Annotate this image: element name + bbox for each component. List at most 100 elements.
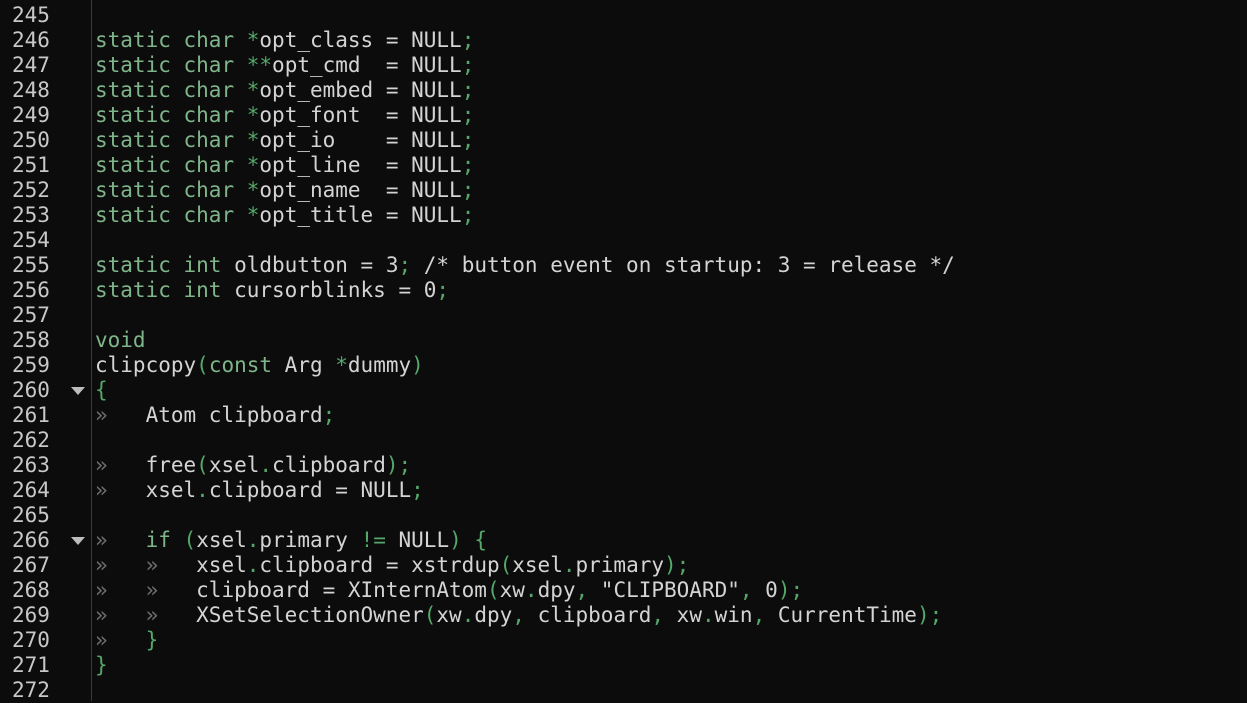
- code-line[interactable]: 249 static char *opt_font = NULL;: [0, 103, 1247, 128]
- code-token: .: [461, 603, 475, 627]
- code-text[interactable]: static char **opt_cmd = NULL;: [95, 53, 474, 78]
- fold-arrow-icon[interactable]: [71, 537, 85, 545]
- code-line[interactable]: 253 static char *opt_title = NULL;: [0, 203, 1247, 228]
- code-token: static: [95, 203, 171, 227]
- code-token: char: [183, 78, 235, 102]
- code-token: static: [95, 103, 171, 127]
- code-token: .: [246, 528, 260, 552]
- code-token: char: [183, 103, 235, 127]
- code-text[interactable]: static char *opt_line = NULL;: [95, 153, 474, 178]
- code-token: (: [423, 603, 437, 627]
- code-token: opt_embed = NULL: [259, 78, 462, 102]
- code-token: !=: [360, 528, 386, 552]
- code-line[interactable]: 265: [0, 503, 1247, 528]
- code-line[interactable]: 264 » xsel.clipboard = NULL;: [0, 478, 1247, 503]
- line-number: 252: [12, 178, 50, 202]
- code-text[interactable]: » if (xsel.primary != NULL) {: [95, 528, 487, 553]
- code-line[interactable]: 263 » free(xsel.clipboard);: [0, 453, 1247, 478]
- line-gutter: 254: [0, 228, 91, 253]
- code-text[interactable]: static char *opt_embed = NULL;: [95, 78, 474, 103]
- code-token: ;: [461, 103, 475, 127]
- code-line[interactable]: 259 clipcopy(const Arg *dummy): [0, 353, 1247, 378]
- line-gutter: 250: [0, 128, 91, 153]
- code-line[interactable]: 272: [0, 678, 1247, 703]
- code-text[interactable]: clipcopy(const Arg *dummy): [95, 353, 424, 378]
- code-line[interactable]: 251 static char *opt_line = NULL;: [0, 153, 1247, 178]
- code-token: opt_class = NULL: [259, 28, 462, 52]
- code-line[interactable]: 245: [0, 3, 1247, 28]
- code-token: static: [95, 153, 171, 177]
- code-line[interactable]: 266 » if (xsel.primary != NULL) {: [0, 528, 1247, 553]
- code-token: *: [246, 178, 260, 202]
- code-text[interactable]: » xsel.clipboard = NULL;: [95, 478, 424, 503]
- code-token: NULL: [385, 528, 450, 552]
- code-text[interactable]: static int cursorblinks = 0;: [95, 278, 449, 303]
- code-token: ;: [461, 128, 475, 152]
- code-editor[interactable]: 245 246 static char *opt_class = NULL; 247 s…: [0, 3, 1247, 703]
- code-text[interactable]: » » xsel.clipboard = xstrdup(xsel.primar…: [95, 553, 689, 578]
- code-text[interactable]: » Atom clipboard;: [95, 403, 335, 428]
- line-gutter: 249: [0, 103, 91, 128]
- code-line[interactable]: 268 » » clipboard = XInternAtom(xw.dpy, "…: [0, 578, 1247, 603]
- code-token: ;: [461, 28, 475, 52]
- code-token: static: [95, 253, 171, 277]
- code-text[interactable]: static int oldbutton = 3; /* button even…: [95, 253, 955, 278]
- code-line[interactable]: 270 » }: [0, 628, 1247, 653]
- line-number: 266: [12, 528, 50, 552]
- code-line[interactable]: 271}: [0, 653, 1247, 678]
- code-text[interactable]: » free(xsel.clipboard);: [95, 453, 411, 478]
- code-token: ;: [322, 403, 336, 427]
- line-gutter: 258: [0, 328, 91, 353]
- fold-arrow-icon[interactable]: [71, 387, 85, 395]
- code-line[interactable]: 254: [0, 228, 1247, 253]
- code-text[interactable]: static char *opt_io = NULL;: [95, 128, 474, 153]
- code-token: .: [701, 603, 715, 627]
- code-line[interactable]: 260 {: [0, 378, 1247, 403]
- code-text[interactable]: » » XSetSelectionOwner(xw.dpy, clipboard…: [95, 603, 942, 628]
- code-text[interactable]: static char *opt_class = NULL;: [95, 28, 474, 53]
- code-line[interactable]: 248 static char *opt_embed = NULL;: [0, 78, 1247, 103]
- code-line[interactable]: 246 static char *opt_class = NULL;: [0, 28, 1247, 53]
- code-text[interactable]: void: [95, 328, 146, 353]
- code-text[interactable]: }: [95, 653, 108, 678]
- code-token: opt_name = NULL: [259, 178, 462, 202]
- line-gutter: 265: [0, 503, 91, 528]
- code-token: ,: [739, 578, 753, 602]
- code-line[interactable]: 247 static char **opt_cmd = NULL;: [0, 53, 1247, 78]
- code-line[interactable]: 252 static char *opt_name = NULL;: [0, 178, 1247, 203]
- code-text[interactable]: static char *opt_name = NULL;: [95, 178, 474, 203]
- code-token: xsel: [196, 528, 247, 552]
- code-token: opt_font = NULL: [259, 103, 462, 127]
- code-text[interactable]: » » clipboard = XInternAtom(xw.dpy, "CLI…: [95, 578, 803, 603]
- tab-indent-marker: »: [95, 478, 146, 502]
- code-token: Arg: [272, 353, 336, 377]
- code-text[interactable]: static char *opt_font = NULL;: [95, 103, 474, 128]
- code-line[interactable]: 250 static char *opt_io = NULL;: [0, 128, 1247, 153]
- code-token: void: [95, 328, 146, 352]
- code-token: ;: [461, 53, 475, 77]
- code-line[interactable]: 258 void: [0, 328, 1247, 353]
- code-text[interactable]: {: [95, 378, 108, 403]
- code-line[interactable]: 269» » XSetSelectionOwner(xw.dpy, clipbo…: [0, 603, 1247, 628]
- code-text[interactable]: static char *opt_title = NULL;: [95, 203, 474, 228]
- line-number: 247: [12, 53, 50, 77]
- code-line[interactable]: 262: [0, 428, 1247, 453]
- line-gutter: 252: [0, 178, 91, 203]
- code-line[interactable]: 267» » xsel.clipboard = xstrdup(xsel.pri…: [0, 553, 1247, 578]
- code-line[interactable]: 256 static int cursorblinks = 0;: [0, 278, 1247, 303]
- line-gutter: 269: [0, 603, 91, 628]
- code-line[interactable]: 255 static int oldbutton = 3; /* button e…: [0, 253, 1247, 278]
- code-line[interactable]: 261 » Atom clipboard;: [0, 403, 1247, 428]
- code-token: ;: [461, 178, 475, 202]
- code-text[interactable]: » }: [95, 628, 158, 653]
- code-token: .: [259, 453, 273, 477]
- code-token: ;: [411, 478, 424, 502]
- line-gutter: 245: [0, 3, 91, 28]
- code-token: char: [183, 53, 235, 77]
- code-line[interactable]: 257: [0, 303, 1247, 328]
